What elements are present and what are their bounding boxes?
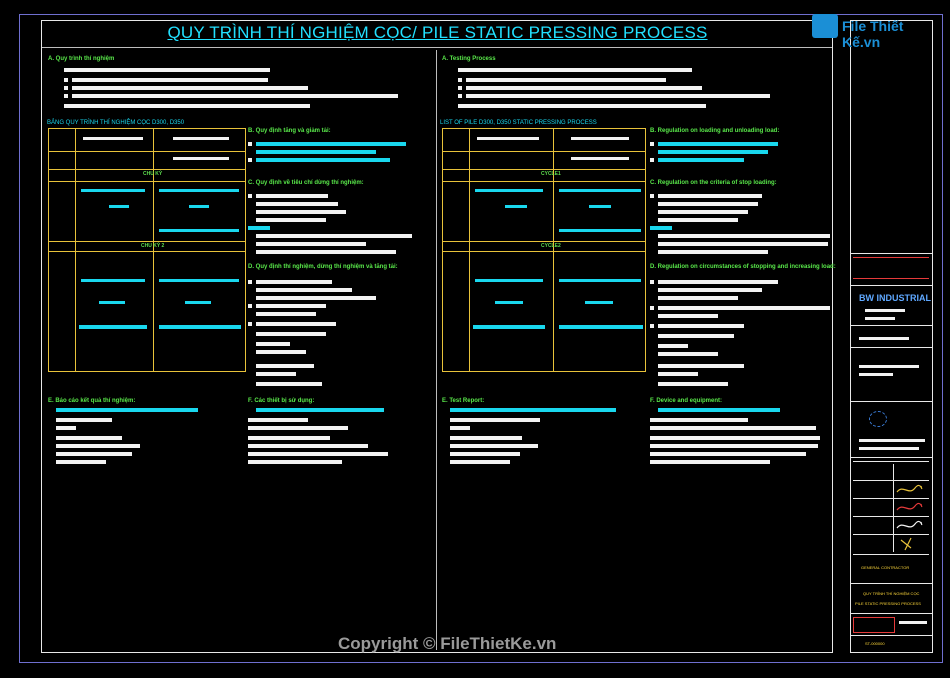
right-heading-b: B. Regulation on loading and unloading l… xyxy=(650,128,780,134)
company-logo: BW INDUSTRIAL xyxy=(859,293,931,303)
right-heading-d: D. Regulation on circumstances of stoppi… xyxy=(650,264,836,270)
copyright-watermark: Copyright © FileThietKe.vn xyxy=(338,634,557,653)
right-heading-e: E. Test Report: xyxy=(442,398,485,404)
title-block: BW INDUSTRIAL GENERAL CONTRACTOR QUY TRÌ… xyxy=(850,20,933,653)
right-row-cycle1: CYCLE1 xyxy=(541,171,561,177)
drawing-name-en: PILE STATIC PRESSING PROCESS xyxy=(855,601,921,606)
drawing-name: QUY TRÌNH THÍ NGHIỆM CỌC xyxy=(863,591,920,596)
right-heading-c: C. Regulation on the criteria of stop lo… xyxy=(650,180,777,186)
right-column: A. Testing Process LIST OF PILE D300, D3… xyxy=(0,0,850,678)
stamp-icon xyxy=(869,411,887,427)
stamp-label: GENERAL CONTRACTOR xyxy=(861,565,910,570)
signature-grid xyxy=(853,461,929,555)
right-table-caption: LIST OF PILE D300, D350 STATIC PRESSING … xyxy=(440,120,597,126)
signature-scribbles xyxy=(896,484,923,551)
right-test-table: CYCLE1 CYCLE2 xyxy=(442,128,646,372)
right-heading-a: A. Testing Process xyxy=(442,56,496,62)
red-grid xyxy=(853,257,929,279)
filethietke-logo: File Thiết Kế.vn xyxy=(812,14,924,50)
right-heading-f: F. Device and equipment: xyxy=(650,398,723,404)
right-row-cycle2: CYCLE2 xyxy=(541,243,561,249)
folder-icon xyxy=(812,14,838,38)
drawing-number: ST-000000 xyxy=(865,641,885,646)
